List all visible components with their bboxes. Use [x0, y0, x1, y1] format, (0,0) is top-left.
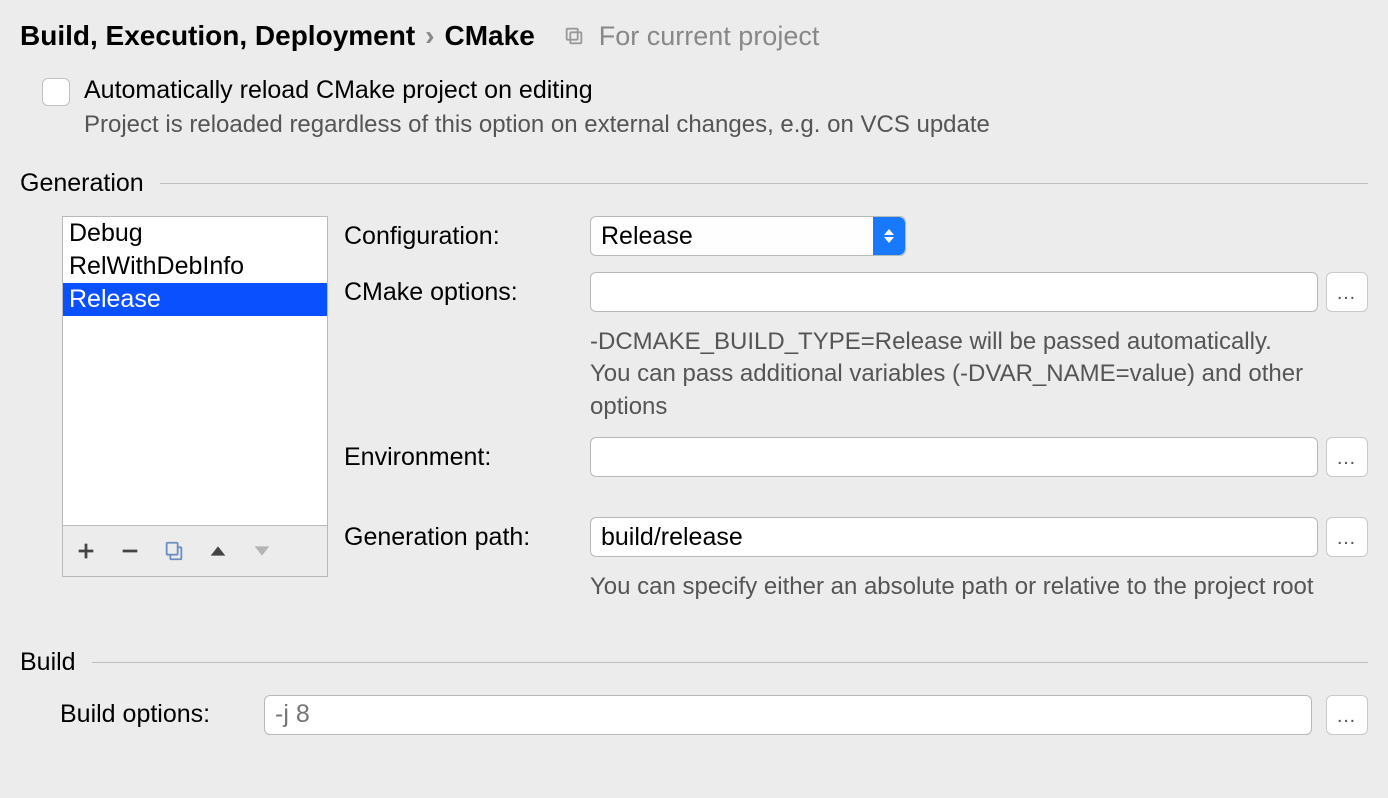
- move-up-button[interactable]: [201, 534, 235, 568]
- build-options-expand-button[interactable]: …: [1326, 695, 1368, 735]
- copy-profile-button[interactable]: [157, 534, 191, 568]
- cmake-options-label: CMake options:: [344, 278, 576, 307]
- list-item[interactable]: RelWithDebInfo: [63, 250, 327, 283]
- add-profile-button[interactable]: [69, 534, 103, 568]
- breadcrumb: Build, Execution, Deployment › CMake For…: [20, 20, 1368, 52]
- generation-path-helper: You can specify either an absolute path …: [590, 571, 1368, 603]
- generation-path-expand-button[interactable]: …: [1326, 517, 1368, 557]
- environment-expand-button[interactable]: …: [1326, 437, 1368, 477]
- breadcrumb-parent: Build, Execution, Deployment: [20, 20, 415, 52]
- build-options-input[interactable]: [264, 695, 1312, 735]
- copy-settings-icon[interactable]: [563, 25, 585, 47]
- build-options-label: Build options:: [50, 700, 250, 729]
- scope-label: For current project: [599, 21, 820, 52]
- section-generation: Generation: [20, 169, 1368, 198]
- breadcrumb-separator: ›: [425, 20, 434, 52]
- generation-path-label: Generation path:: [344, 523, 576, 552]
- environment-input[interactable]: [590, 437, 1318, 477]
- move-down-button[interactable]: [245, 534, 279, 568]
- cmake-options-expand-button[interactable]: …: [1326, 272, 1368, 312]
- auto-reload-row: Automatically reload CMake project on ed…: [42, 76, 1368, 139]
- divider: [92, 662, 1368, 663]
- cmake-options-input[interactable]: [590, 272, 1318, 312]
- auto-reload-hint: Project is reloaded regardless of this o…: [84, 111, 990, 139]
- section-build-label: Build: [20, 648, 76, 677]
- profiles-panel: Debug RelWithDebInfo Release: [62, 216, 328, 618]
- breadcrumb-current: CMake: [445, 20, 535, 52]
- chevron-updown-icon: [873, 217, 905, 255]
- profiles-toolbar: [62, 526, 328, 577]
- environment-label: Environment:: [344, 443, 576, 472]
- divider: [160, 183, 1368, 184]
- remove-profile-button[interactable]: [113, 534, 147, 568]
- cmake-options-helper: -DCMAKE_BUILD_TYPE=Release will be passe…: [590, 326, 1368, 423]
- configuration-value: Release: [601, 222, 693, 251]
- section-build: Build: [20, 648, 1368, 677]
- profiles-list[interactable]: Debug RelWithDebInfo Release: [62, 216, 328, 526]
- list-item[interactable]: Release: [63, 283, 327, 316]
- list-item[interactable]: Debug: [63, 217, 327, 250]
- configuration-label: Configuration:: [344, 222, 576, 251]
- configuration-select[interactable]: Release: [590, 216, 906, 256]
- auto-reload-label: Automatically reload CMake project on ed…: [84, 76, 990, 105]
- section-generation-label: Generation: [20, 169, 144, 198]
- generation-path-input[interactable]: [590, 517, 1318, 557]
- profile-form: Configuration: Release CMake options: … …: [344, 216, 1368, 618]
- auto-reload-checkbox[interactable]: [42, 78, 70, 106]
